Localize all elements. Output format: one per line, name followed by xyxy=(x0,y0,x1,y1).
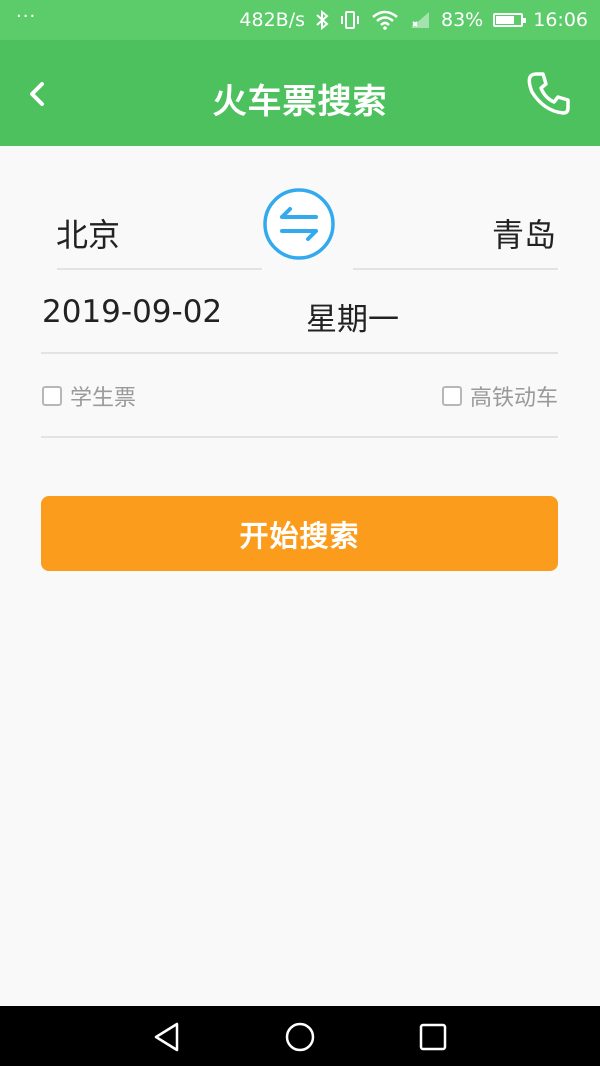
to-city-underline xyxy=(353,268,558,270)
wifi-icon xyxy=(372,10,398,30)
back-triangle-icon[interactable] xyxy=(150,1020,184,1054)
phone-icon[interactable] xyxy=(524,68,574,118)
status-icons: 482B/s 83% 16:06 xyxy=(239,9,588,31)
app-bar: 火车票搜索 xyxy=(0,40,600,146)
swap-arrows-icon[interactable] xyxy=(262,187,336,261)
student-ticket-label: 学生票 xyxy=(70,386,137,411)
student-ticket-checkbox[interactable] xyxy=(42,386,62,406)
system-nav-bar xyxy=(0,1006,600,1066)
battery-percent: 83% xyxy=(441,9,484,31)
net-speed: 482B/s xyxy=(239,9,305,31)
notification-dots: ··· xyxy=(16,6,37,27)
high-speed-checkbox[interactable] xyxy=(441,386,462,406)
battery-icon xyxy=(493,13,527,27)
vibrate-icon xyxy=(341,11,359,29)
from-city[interactable]: 北京 xyxy=(56,210,120,256)
departure-weekday[interactable]: 星期一 xyxy=(306,294,399,339)
clock: 16:06 xyxy=(533,9,588,31)
high-speed-label: 高铁动车 xyxy=(469,386,558,411)
home-circle-icon[interactable] xyxy=(283,1020,317,1054)
departure-date[interactable]: 2019-09-02 xyxy=(42,294,222,330)
student-ticket-option[interactable]: 学生票 xyxy=(42,380,136,412)
page-title: 火车票搜索 xyxy=(212,82,388,122)
to-city[interactable]: 青岛 xyxy=(492,210,556,256)
date-underline xyxy=(41,352,558,354)
status-bar: ··· 482B/s 83% 16:06 xyxy=(0,0,600,40)
battery-fill xyxy=(496,16,515,24)
signal-icon xyxy=(411,12,429,28)
high-speed-option[interactable]: 高铁动车 xyxy=(441,380,558,412)
bluetooth-icon xyxy=(316,10,329,30)
from-city-underline xyxy=(57,268,262,270)
recents-square-icon[interactable] xyxy=(416,1020,450,1054)
search-button[interactable]: 开始搜索 xyxy=(41,496,558,571)
options-underline xyxy=(41,436,558,438)
